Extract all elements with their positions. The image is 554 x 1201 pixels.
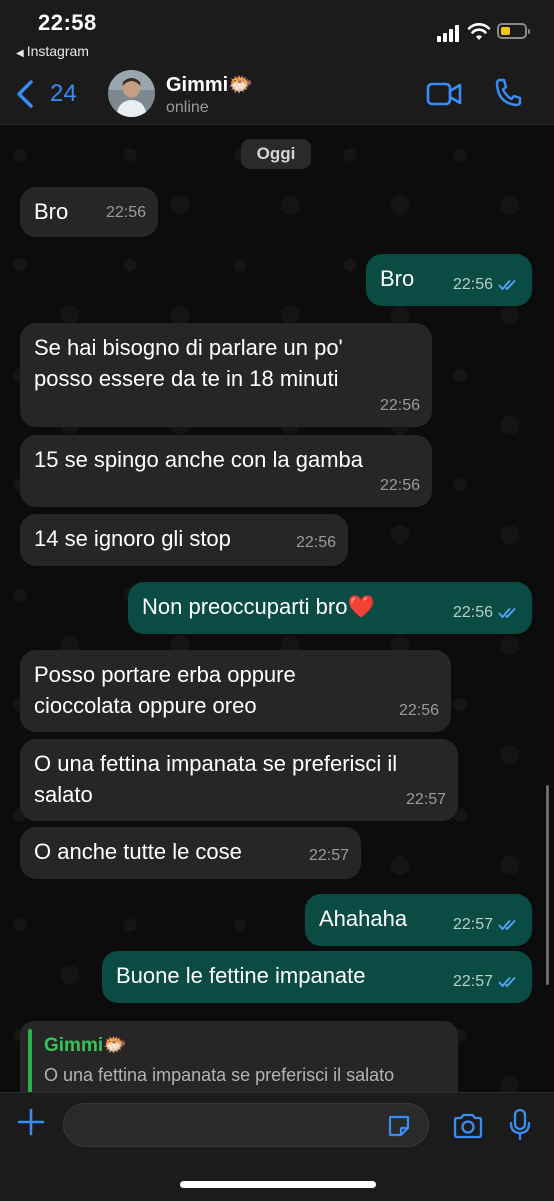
clock: 22:58 [38, 10, 97, 35]
back-triangle-icon: ◀ [16, 48, 24, 59]
read-ticks-icon [498, 279, 516, 291]
video-call-icon[interactable] [426, 81, 462, 107]
message-time-text: 22:57 [308, 847, 349, 864]
message-text: Se hai bisogno di parlare un po' posso e… [34, 335, 343, 391]
message-text: O anche tutte le cose [34, 839, 242, 864]
quoted-author: Gimmi🐡 [44, 1035, 127, 1056]
message-time: 22:56 [453, 269, 520, 300]
phone-icon[interactable] [494, 77, 522, 107]
message-composer [0, 1092, 554, 1201]
message-bubble[interactable]: Bro 22:56 [20, 187, 158, 237]
read-ticks-icon [498, 976, 516, 988]
quote-bar [28, 1029, 32, 1092]
message-time: 22:57 [406, 784, 446, 815]
message-time: 22:56 [380, 470, 420, 501]
message-bubble[interactable]: Se hai bisogno di parlare un po' posso e… [20, 323, 432, 427]
message-input[interactable] [63, 1103, 429, 1147]
message-time-text: 22:56 [398, 702, 439, 719]
sticker-icon[interactable] [387, 1114, 411, 1138]
quoted-message[interactable]: Gimmi🐡 O una fettina impanata se preferi… [20, 1021, 458, 1092]
message-text: Bro [380, 266, 415, 291]
avatar-photo [108, 70, 155, 117]
unread-count: 24 [50, 80, 77, 107]
message-text: Posso portare erba oppure cioccolata opp… [34, 662, 296, 718]
microphone-icon[interactable] [509, 1108, 531, 1142]
message-time-text: 22:56 [105, 204, 146, 221]
message-bubble[interactable]: Bro 22:56 [366, 254, 532, 306]
message-time-text: 22:57 [405, 791, 446, 808]
wifi-icon [467, 23, 491, 40]
message-time-text: 22:56 [295, 534, 336, 551]
quoted-text: O una fettina impanata se preferisci il … [44, 1065, 395, 1085]
back-chevron-icon [17, 80, 33, 108]
message-bubble[interactable]: Ahahaha 22:57 [305, 894, 532, 946]
message-bubble[interactable]: Non preoccuparti bro❤️ 22:56 [128, 582, 532, 634]
message-bubble[interactable]: O una fettina impanata se preferisci il … [20, 739, 458, 821]
message-time-text: 22:57 [452, 916, 493, 933]
message-time: 22:57 [453, 966, 520, 997]
message-text: Ahahaha [319, 906, 408, 931]
chat-area[interactable]: Oggi Bro 22:56 Bro 22:56 Se hai bisogno … [0, 125, 554, 1092]
message-bubble[interactable]: Posso portare erba oppure cioccolata opp… [20, 650, 451, 732]
message-time-text: 22:56 [379, 397, 420, 414]
scrollbar[interactable] [546, 785, 549, 985]
message-time: 22:56 [380, 390, 420, 421]
signal-icon [437, 24, 463, 42]
message-text: Non preoccuparti bro❤️ [142, 594, 375, 619]
message-bubble[interactable]: Buone le fettine impanate 22:57 [102, 951, 532, 1003]
read-ticks-icon [498, 607, 516, 619]
message-text: Buone le fettine impanate [116, 963, 366, 988]
plus-icon[interactable] [16, 1107, 46, 1137]
battery-icon [497, 23, 530, 39]
message-time-text: 22:56 [452, 604, 493, 621]
message-text: 15 se spingo anche con la gamba [34, 447, 364, 472]
back-to-app-link[interactable]: ◀ Instagram [16, 43, 89, 59]
chat-header: 24 Gimmi🐡 online [0, 64, 554, 125]
message-time: 22:57 [453, 909, 520, 940]
date-separator: Oggi [241, 139, 311, 169]
message-time: 22:56 [296, 527, 336, 558]
home-indicator[interactable] [180, 1181, 376, 1188]
message-time: 22:56 [453, 597, 520, 628]
back-button[interactable]: 24 [14, 76, 77, 112]
message-bubble[interactable]: 15 se spingo anche con la gamba 22:56 [20, 435, 432, 507]
message-time: 22:57 [309, 840, 349, 871]
camera-icon[interactable] [452, 1112, 484, 1140]
message-bubble[interactable]: 14 se ignoro gli stop 22:56 [20, 514, 348, 566]
message-time-text: 22:56 [379, 477, 420, 494]
avatar[interactable] [108, 70, 155, 117]
message-text: O una fettina impanata se preferisci il … [34, 751, 398, 807]
message-time: 22:56 [399, 695, 439, 726]
read-ticks-icon [498, 919, 516, 931]
message-time-text: 22:56 [452, 276, 493, 293]
message-time-text: 22:57 [452, 973, 493, 990]
message-bubble[interactable]: O anche tutte le cose 22:57 [20, 827, 361, 879]
message-text: 14 se ignoro gli stop [34, 526, 231, 551]
contact-name[interactable]: Gimmi🐡 [166, 72, 253, 97]
contact-status: online [166, 99, 209, 116]
back-app-label: Instagram [26, 43, 89, 59]
status-bar: 22:58 ◀ Instagram [0, 0, 554, 64]
message-text: Bro [34, 199, 69, 224]
message-time: 22:56 [106, 197, 146, 228]
